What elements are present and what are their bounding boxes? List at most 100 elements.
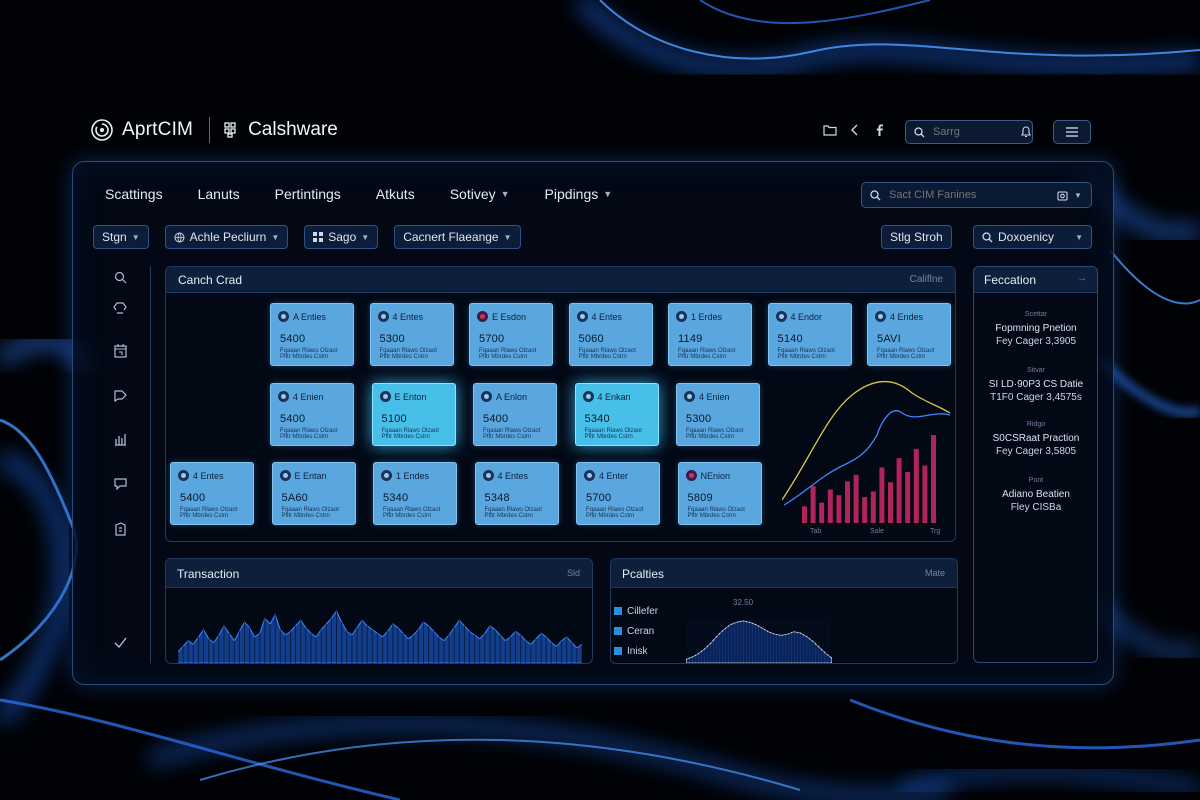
bell-icon[interactable]: [1021, 126, 1031, 138]
arrow-right-icon[interactable]: →: [1077, 273, 1087, 284]
nav-item-label: Lanuts: [197, 186, 240, 202]
back-chevron-icon[interactable]: [849, 123, 861, 137]
card-caption: Fqaaan Rlaws Olzaot Pfltr Mbrdes Cstrn: [383, 507, 441, 519]
card-title: NEnion: [685, 470, 731, 481]
card-value: 5100: [381, 413, 407, 425]
card-title-text: 4 Enter: [599, 470, 629, 481]
card-caption: Fqaaan Rlaws Olzaot Pfltr Mbrdes Cstrn: [687, 507, 745, 519]
nav-item-scattings[interactable]: Scattings: [105, 186, 163, 202]
item-detail: Fley CISBa: [1010, 502, 1062, 513]
transaction-panel: Transaction Sld: [165, 558, 593, 664]
entry-card[interactable]: NEnion 5809 Fqaaan Rlaws Olzaot Pfltr Mbrd…: [677, 462, 762, 525]
panel-link[interactable]: Mate: [925, 568, 945, 578]
bar-chart-icon[interactable]: [109, 428, 131, 450]
x-tick-label: Tab: [810, 528, 821, 535]
card-caption: Fqaaan Rlaws Olzaot Pfltr Mbrdes Cstrn: [777, 348, 835, 360]
facebook-icon[interactable]: [873, 123, 885, 137]
card-value: 5400: [180, 492, 206, 504]
chevron-down-icon[interactable]: ▼: [1074, 191, 1082, 200]
card-caption: Fqaaan Rlaws Olzaot Pfltr Mbrdes Cstrn: [280, 428, 338, 440]
filter-stgn[interactable]: Stgn ▼: [93, 225, 149, 249]
nav-search-input[interactable]: [887, 188, 1051, 202]
feccation-item[interactable]: Scettar Fopmning Pnetion Fey Cager 3,390…: [980, 311, 1092, 347]
bar: [802, 506, 807, 523]
card-value: 5340: [383, 492, 409, 504]
card-value: 5700: [479, 333, 505, 345]
card-title-text: 4 Enien: [699, 391, 730, 402]
card-title: 1 Erdes: [676, 311, 722, 322]
feccation-item[interactable]: Pont Adiano Beatien Fley CISBa: [980, 477, 1092, 513]
section-link[interactable]: Califlne: [910, 274, 943, 285]
card-value: 5400: [280, 413, 306, 425]
entry-card[interactable]: 4 Enien 5300 Fqaaan Rlaws Olzaot Pfltr Mbr…: [676, 383, 760, 446]
bar: [922, 465, 928, 523]
entry-card[interactable]: 4 Endes 5AVI Fqaaan Rlaws Olzaot Pfltr Mbr…: [867, 303, 951, 366]
entry-card[interactable]: 4 Endor 5140 Fqaaan Rlaws Olzaot Pfltr Mbr…: [767, 303, 852, 366]
calendar-icon[interactable]: [109, 340, 131, 362]
nav-item-pipdings[interactable]: Pipdings ▼: [545, 186, 613, 202]
filter-sago[interactable]: Sago ▼: [304, 225, 379, 249]
card-title: E Enton: [379, 391, 427, 402]
chat-icon[interactable]: [109, 384, 131, 406]
folder-icon[interactable]: [823, 123, 837, 137]
entry-card[interactable]: 4 Enien 5400 Fqaaan Rlaws Olzaot Pfltr Mbr…: [270, 383, 354, 446]
entry-card[interactable]: E Esdon 5700 Fqaaan Rlaws Olzaot Pfltr Mbr…: [469, 303, 553, 366]
nav-item-lanuts[interactable]: Lanuts: [198, 186, 240, 202]
legend-item: Ceran: [614, 621, 658, 641]
entry-card[interactable]: E Entan 5A60 Fqaaan Rlaws Olzaot Pfltr Mbr…: [271, 462, 356, 525]
entity-icon: [582, 391, 594, 402]
entry-card[interactable]: 4 Enter 5700 Fqaaan Rlaws Olzaot Pfltr Mbr…: [576, 462, 660, 525]
entry-card[interactable]: A Enlon 5400 Fqaaan Rlaws Olzaot Pfltr Mbr…: [473, 383, 557, 446]
entry-card[interactable]: 4 Entes 5348 Fqaaan Rlaws Olzaot Pfltr Mbr…: [474, 462, 559, 525]
legend-label: Cillefer: [627, 605, 659, 617]
entry-card[interactable]: 4 Entes 5300 Fqaaan Rlaws Olzaot Pfltr Mbr…: [369, 303, 454, 366]
legend-swatch: [614, 627, 622, 635]
product-name: Calshware: [248, 119, 338, 140]
feccation-item[interactable]: Ridgo S0CSRaat Praction Fey Cager 3,5805: [980, 421, 1092, 457]
nav-item-atkuts[interactable]: Atkuts: [376, 186, 415, 202]
bar: [931, 435, 936, 523]
entry-card[interactable]: 4 Enkan 5340 Fqaaan Rlaws Olzaot Pfltr Mbr…: [574, 383, 659, 446]
message-icon[interactable]: [109, 472, 131, 494]
filter-achle-pecliurn[interactable]: Achle Pecliurn ▼: [164, 225, 289, 249]
nav-item-pertintings[interactable]: Pertintings: [275, 186, 341, 202]
panel-link[interactable]: Sld: [567, 568, 580, 578]
card-caption: Fqaaan Rlaws Olzaot Pfltr Mbrdes Cstrn: [877, 348, 935, 360]
entry-card[interactable]: 1 Erdes 1149 Fqaaan Rlaws Olzaot Pfltr Mbr…: [668, 303, 752, 366]
entry-card[interactable]: A Enties 5400 Fqaaan Rlaws Olzaot Pfltr Mb…: [270, 303, 354, 366]
top-search-box[interactable]: [905, 120, 1033, 144]
bar: [819, 502, 825, 523]
card-title: 4 Entes: [377, 311, 423, 322]
card-title: 4 Enien: [684, 391, 730, 402]
entry-card[interactable]: 4 Entes 5400 Fqaaan Rlaws Olzaot Pfltr Mbr…: [170, 462, 254, 525]
search-icon[interactable]: [109, 266, 131, 288]
card-title-text: 4 Endes: [890, 311, 924, 322]
filter-doxoenicy[interactable]: Doxoenicy ▼: [973, 225, 1092, 249]
card-value: 5340: [584, 413, 610, 425]
entry-card[interactable]: E Enton 5100 Fqaaan Rlaws Olzaot Pfltr Mbr…: [371, 383, 456, 446]
feccation-item[interactable]: Sitvar SI LD·90P3 CS Datie T1F0 Cager 3,…: [980, 367, 1092, 403]
nav-item-sotivey[interactable]: Sotivey ▼: [450, 186, 510, 202]
entry-card[interactable]: 1 Endes 5340 Fqaaan Rlaws Olzaot Pfltr Mbr…: [373, 462, 457, 525]
chevron-down-icon: ▼: [361, 232, 370, 242]
nav-search-box[interactable]: ▼: [861, 182, 1092, 208]
recycle-icon[interactable]: [109, 296, 131, 318]
filter-stlg-stroh[interactable]: Stlg Stroh: [881, 225, 952, 249]
check-icon[interactable]: [109, 631, 131, 653]
building-icon[interactable]: [109, 518, 131, 540]
nav-item-label: Sotivey: [449, 186, 496, 202]
mini-bar-line-chart: Tab Sale Trg: [782, 381, 951, 535]
legend-swatch: [614, 607, 622, 615]
entry-card[interactable]: 4 Entes 5060 Fqaaan Rlaws Olzaot Pfltr Mbr…: [568, 303, 653, 366]
card-title: 4 Enkan: [582, 391, 631, 402]
camera-icon[interactable]: [1057, 190, 1068, 201]
item-detail: Fey Cager 3,3905: [995, 336, 1077, 347]
search-icon: [870, 189, 881, 201]
hamburger-menu-button[interactable]: [1053, 120, 1091, 144]
entity-icon: [381, 470, 392, 481]
top-search-input[interactable]: [931, 125, 1015, 139]
entity-icon: [279, 470, 291, 481]
filter-cacnert-flaeange[interactable]: Cacnert Flaeange ▼: [394, 225, 521, 249]
card-title-text: NEnion: [700, 470, 731, 481]
card-title: A Enlon: [481, 391, 527, 402]
